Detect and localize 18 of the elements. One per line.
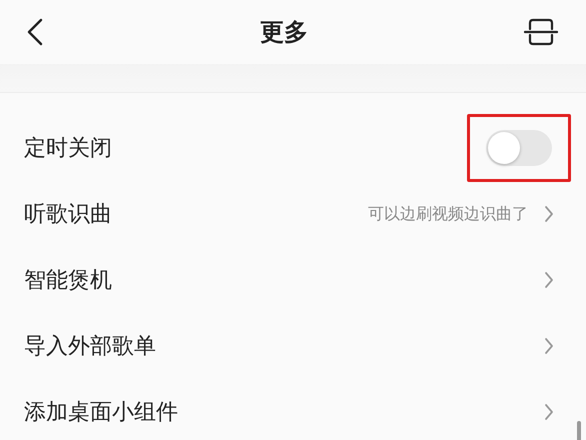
page-title: 更多 — [260, 17, 308, 48]
scan-icon[interactable] — [524, 18, 558, 46]
item-label: 导入外部歌单 — [24, 333, 156, 361]
item-label: 智能煲机 — [24, 267, 112, 295]
chevron-icon — [544, 205, 554, 223]
toggle-switch[interactable] — [486, 130, 552, 166]
list-item[interactable]: 听歌识曲 可以边刷视频边识曲了 — [0, 181, 586, 247]
list-item[interactable]: 添加桌面小组件 — [0, 379, 586, 440]
chevron-icon — [544, 403, 554, 421]
back-icon[interactable] — [26, 18, 44, 46]
item-hint: 可以边刷视频边识曲了 — [368, 204, 528, 224]
item-label: 定时关闭 — [24, 135, 112, 163]
item-label: 听歌识曲 — [24, 201, 112, 229]
list-item[interactable]: 导入外部歌单 — [0, 313, 586, 379]
item-label: 添加桌面小组件 — [24, 399, 178, 427]
chevron-icon — [544, 271, 554, 289]
list-item[interactable]: 智能煲机 — [0, 247, 586, 313]
chevron-icon — [544, 337, 554, 355]
